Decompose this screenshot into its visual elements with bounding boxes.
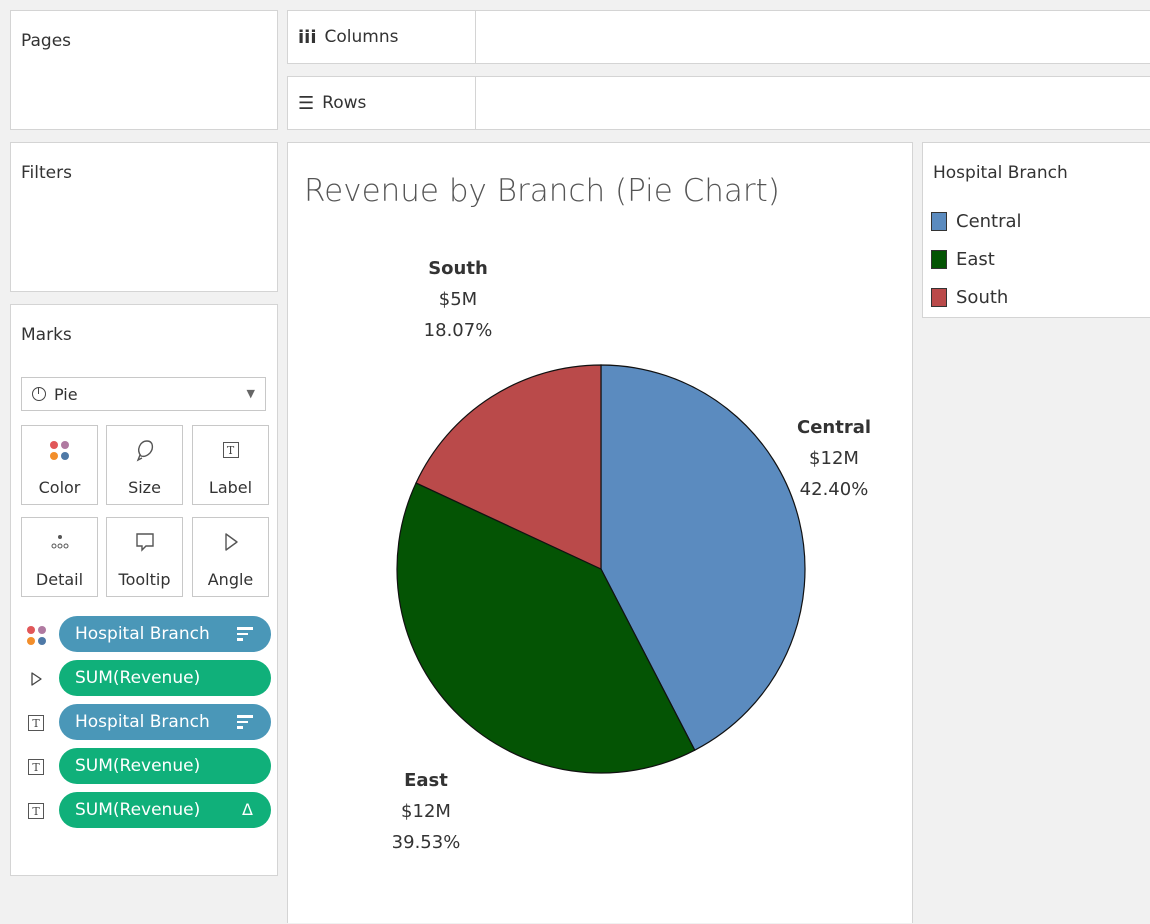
- rows-shelf-label: ☰ Rows: [288, 77, 476, 129]
- rows-icon: ☰: [298, 92, 315, 114]
- table-calc-delta-icon: Δ: [242, 800, 253, 819]
- mark-field-row: T SUM(Revenue) Δ: [21, 792, 276, 828]
- angle-icon: [193, 530, 268, 554]
- color-icon: [22, 438, 97, 462]
- label-button-label: Label: [208, 478, 253, 497]
- detail-icon: [22, 530, 97, 554]
- field-pill[interactable]: SUM(Revenue): [59, 748, 271, 784]
- pages-shelf-label: Pages: [21, 31, 72, 51]
- slice-value-label: $5M: [439, 289, 477, 310]
- mark-field-row: T Hospital Branch: [21, 704, 276, 740]
- mark-type-dropdown[interactable]: Pie ▼: [21, 377, 266, 411]
- legend-item-east[interactable]: East: [931, 247, 995, 271]
- field-pill-label: SUM(Revenue): [75, 756, 201, 776]
- tooltip-icon: [107, 530, 182, 554]
- legend-item-central[interactable]: Central: [931, 209, 1022, 233]
- angle-button[interactable]: Angle: [192, 517, 269, 597]
- legend-item-south[interactable]: South: [931, 285, 1008, 309]
- legend-swatch: [931, 211, 947, 231]
- label-icon: T: [27, 714, 45, 732]
- mark-field-row: SUM(Revenue): [21, 660, 276, 696]
- field-pill-label: SUM(Revenue): [75, 668, 201, 688]
- sort-icon: [237, 715, 253, 732]
- pages-shelf[interactable]: Pages: [10, 10, 278, 130]
- filters-shelf[interactable]: Filters: [10, 142, 278, 292]
- field-pill[interactable]: SUM(Revenue) Δ: [59, 792, 271, 828]
- color-button[interactable]: Color: [21, 425, 98, 505]
- field-pill[interactable]: Hospital Branch: [59, 704, 271, 740]
- marks-card-title: Marks: [21, 325, 72, 345]
- size-button-label: Size: [128, 478, 161, 497]
- legend-swatch: [931, 287, 947, 307]
- label-icon: T: [193, 438, 268, 462]
- slice-value-label: $12M: [809, 448, 859, 469]
- worksheet-view[interactable]: Revenue by Branch (Pie Chart) Central $12…: [287, 142, 913, 923]
- label-icon: T: [27, 758, 45, 776]
- color-icon: [26, 625, 46, 645]
- rows-label-text: Rows: [322, 93, 367, 113]
- tooltip-button[interactable]: Tooltip: [106, 517, 183, 597]
- size-button[interactable]: Size: [106, 425, 183, 505]
- size-icon: [107, 438, 182, 462]
- field-pill[interactable]: Hospital Branch: [59, 616, 271, 652]
- label-icon: T: [27, 802, 45, 820]
- detail-button[interactable]: Detail: [21, 517, 98, 597]
- field-pill-label: Hospital Branch: [75, 712, 210, 732]
- slice-name-label: South: [428, 258, 488, 279]
- angle-button-label: Angle: [207, 570, 254, 589]
- filters-shelf-label: Filters: [21, 163, 72, 183]
- label-button[interactable]: T Label: [192, 425, 269, 505]
- columns-label-text: Columns: [324, 27, 399, 47]
- tooltip-button-label: Tooltip: [118, 570, 171, 589]
- slice-name-label: Central: [797, 417, 871, 438]
- field-pill-label: SUM(Revenue): [75, 800, 201, 820]
- mark-field-row: T SUM(Revenue): [21, 748, 276, 784]
- legend-item-label: East: [956, 248, 995, 270]
- columns-icon: iii: [298, 26, 317, 48]
- columns-shelf[interactable]: iii Columns: [287, 10, 1150, 64]
- pie-chart[interactable]: Central $12M 42.40% East $12M 39.53% South $5M 1…: [288, 143, 914, 924]
- angle-icon: [27, 670, 45, 688]
- sort-icon: [237, 627, 253, 644]
- legend-item-label: Central: [956, 210, 1022, 232]
- chevron-down-icon: ▼: [246, 387, 255, 400]
- slice-name-label: East: [404, 770, 448, 791]
- pie-icon: [32, 387, 46, 401]
- mark-field-row: Hospital Branch: [21, 616, 276, 652]
- mark-type-label: Pie: [54, 384, 78, 404]
- slice-percent-label: 18.07%: [424, 320, 493, 341]
- field-pill-label: Hospital Branch: [75, 624, 210, 644]
- slice-percent-label: 39.53%: [392, 832, 461, 853]
- detail-button-label: Detail: [35, 570, 84, 589]
- columns-shelf-label: iii Columns: [288, 11, 476, 63]
- color-button-label: Color: [38, 478, 81, 497]
- legend-item-label: South: [956, 286, 1009, 308]
- color-legend: Hospital Branch Central East South: [922, 142, 1150, 318]
- slice-percent-label: 42.40%: [800, 479, 869, 500]
- slice-value-label: $12M: [401, 801, 451, 822]
- legend-swatch: [931, 249, 947, 269]
- marks-card: Marks Pie ▼ Color Size T Label Detail To…: [10, 304, 278, 876]
- legend-title: Hospital Branch: [933, 163, 1068, 183]
- field-pill[interactable]: SUM(Revenue): [59, 660, 271, 696]
- rows-shelf[interactable]: ☰ Rows: [287, 76, 1150, 130]
